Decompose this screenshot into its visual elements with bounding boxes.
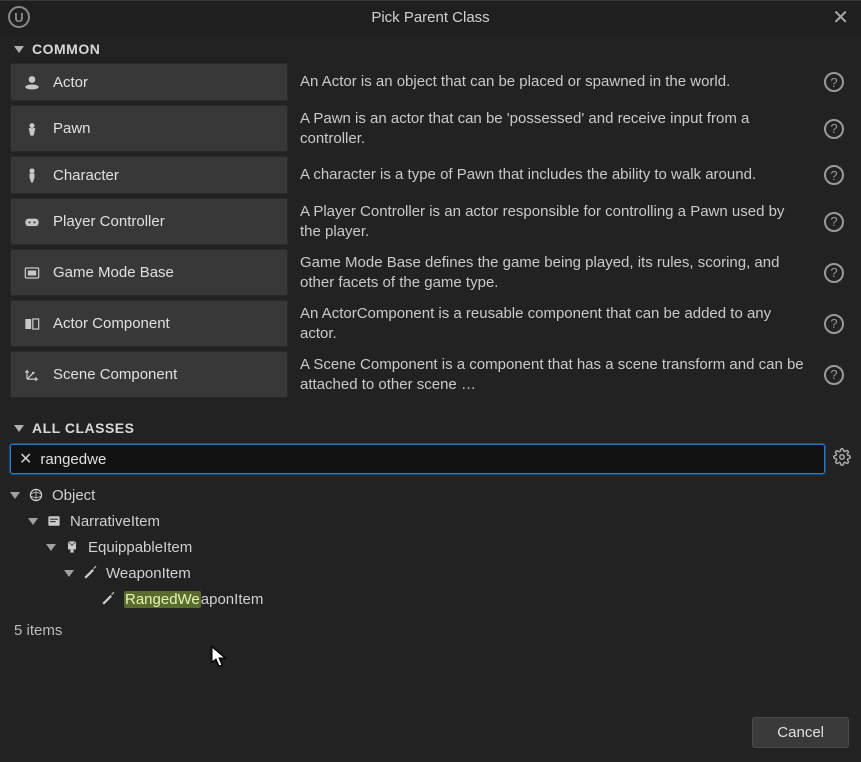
tree-item[interactable]: RangedWeaponItem bbox=[10, 586, 851, 612]
class-description: Game Mode Base defines the game being pl… bbox=[288, 249, 817, 296]
chevron-down-icon bbox=[46, 544, 56, 551]
class-label: Scene Component bbox=[53, 366, 177, 383]
help-icon: ? bbox=[824, 263, 844, 283]
common-class-row: Game Mode Base Game Mode Base defines the… bbox=[10, 249, 851, 296]
class-label: Game Mode Base bbox=[53, 264, 174, 281]
help-button[interactable]: ? bbox=[817, 300, 851, 347]
help-button[interactable]: ? bbox=[817, 351, 851, 398]
pawn-icon bbox=[21, 120, 43, 138]
common-class-row: Actor Component An ActorComponent is a re… bbox=[10, 300, 851, 347]
common-class-row: Pawn A Pawn is an actor that can be 'poss… bbox=[10, 105, 851, 152]
help-button[interactable]: ? bbox=[817, 63, 851, 101]
class-description: A character is a type of Pawn that inclu… bbox=[288, 156, 817, 194]
class-button-character[interactable]: Character bbox=[10, 156, 288, 194]
cancel-button[interactable]: Cancel bbox=[752, 717, 849, 748]
section-common-header[interactable]: COMMON bbox=[0, 33, 861, 61]
chevron-down-icon bbox=[28, 518, 38, 525]
class-label: Actor bbox=[53, 74, 88, 91]
class-label: Character bbox=[53, 167, 119, 184]
character-icon bbox=[21, 166, 43, 184]
section-allclasses-header[interactable]: ALL CLASSES bbox=[0, 412, 861, 440]
class-button-pawn[interactable]: Pawn bbox=[10, 105, 288, 152]
help-button[interactable]: ? bbox=[817, 198, 851, 245]
titlebar: U Pick Parent Class ✕ bbox=[0, 1, 861, 33]
search-row: ✕ bbox=[0, 440, 861, 480]
section-common-label: COMMON bbox=[32, 41, 100, 57]
class-button-game-mode-base[interactable]: Game Mode Base bbox=[10, 249, 288, 296]
common-class-row: Player Controller A Player Controller is … bbox=[10, 198, 851, 245]
help-icon: ? bbox=[824, 365, 844, 385]
chevron-down-icon bbox=[14, 425, 24, 432]
clear-search-button[interactable]: ✕ bbox=[19, 449, 32, 469]
weapon-icon bbox=[80, 565, 100, 581]
class-button-actor-component[interactable]: Actor Component bbox=[10, 300, 288, 347]
window-title: Pick Parent Class bbox=[0, 9, 861, 26]
section-allclasses-label: ALL CLASSES bbox=[32, 420, 134, 436]
help-icon: ? bbox=[824, 314, 844, 334]
common-class-row: Actor An Actor is an object that can be p… bbox=[10, 63, 851, 101]
search-field-wrap: ✕ bbox=[10, 444, 825, 474]
class-description: An Actor is an object that can be placed… bbox=[288, 63, 817, 101]
chevron-down-icon bbox=[64, 570, 74, 577]
tree-item[interactable]: WeaponItem bbox=[10, 560, 851, 586]
tree-item-label: WeaponItem bbox=[106, 565, 191, 582]
class-tree: Object NarrativeItem EquippableItem WeaponI… bbox=[0, 480, 861, 616]
gear-icon[interactable] bbox=[833, 448, 851, 471]
class-description: An ActorComponent is a reusable componen… bbox=[288, 300, 817, 347]
actor-icon bbox=[21, 73, 43, 91]
item-count-label: 5 items bbox=[0, 616, 861, 645]
help-icon: ? bbox=[824, 72, 844, 92]
weapon-icon bbox=[98, 591, 118, 607]
tree-item-label: RangedWeaponItem bbox=[124, 591, 263, 608]
help-button[interactable]: ? bbox=[817, 105, 851, 152]
help-icon: ? bbox=[824, 165, 844, 185]
tree-item[interactable]: NarrativeItem bbox=[10, 508, 851, 534]
pick-parent-class-dialog: U Pick Parent Class ✕ COMMON Actor An Act… bbox=[0, 0, 861, 762]
class-label: Pawn bbox=[53, 120, 91, 137]
tree-item[interactable]: EquippableItem bbox=[10, 534, 851, 560]
common-class-row: Scene Component A Scene Component is a co… bbox=[10, 351, 851, 398]
help-button[interactable]: ? bbox=[817, 249, 851, 296]
help-icon: ? bbox=[824, 212, 844, 232]
gamemode-icon bbox=[21, 264, 43, 282]
tree-item-label: NarrativeItem bbox=[70, 513, 160, 530]
search-input[interactable] bbox=[40, 451, 816, 468]
tree-item-label: EquippableItem bbox=[88, 539, 192, 556]
help-button[interactable]: ? bbox=[817, 156, 851, 194]
class-label: Player Controller bbox=[53, 213, 165, 230]
tree-item-label: Object bbox=[52, 487, 95, 504]
narrative-icon bbox=[44, 513, 64, 529]
common-class-row: Character A character is a type of Pawn t… bbox=[10, 156, 851, 194]
button-bar: Cancel bbox=[0, 709, 861, 762]
actorcomp-icon bbox=[21, 315, 43, 333]
scenecomp-icon bbox=[21, 366, 43, 384]
equip-icon bbox=[62, 539, 82, 555]
class-description: A Player Controller is an actor responsi… bbox=[288, 198, 817, 245]
class-button-player-controller[interactable]: Player Controller bbox=[10, 198, 288, 245]
chevron-down-icon bbox=[10, 492, 20, 499]
controller-icon bbox=[21, 213, 43, 231]
class-button-scene-component[interactable]: Scene Component bbox=[10, 351, 288, 398]
chevron-down-icon bbox=[14, 46, 24, 53]
common-class-list: Actor An Actor is an object that can be p… bbox=[0, 61, 861, 412]
object-icon bbox=[26, 487, 46, 503]
class-label: Actor Component bbox=[53, 315, 170, 332]
tree-item[interactable]: Object bbox=[10, 482, 851, 508]
help-icon: ? bbox=[824, 119, 844, 139]
class-description: A Pawn is an actor that can be 'possesse… bbox=[288, 105, 817, 152]
class-button-actor[interactable]: Actor bbox=[10, 63, 288, 101]
class-description: A Scene Component is a component that ha… bbox=[288, 351, 817, 398]
